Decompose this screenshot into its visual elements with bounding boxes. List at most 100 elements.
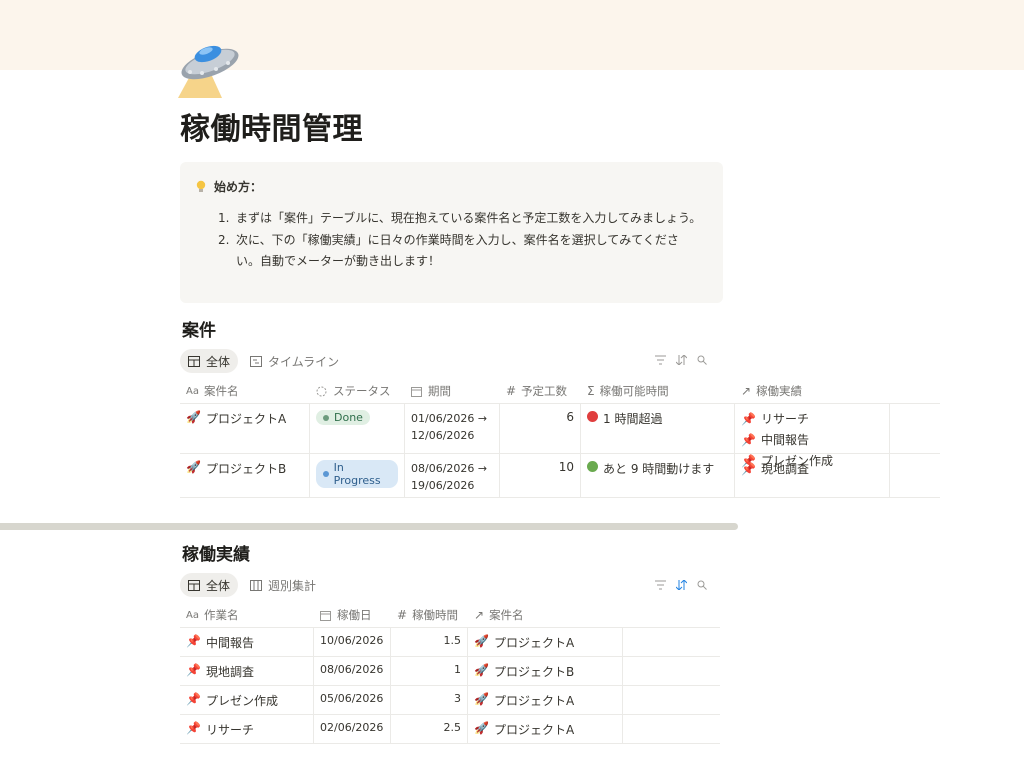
formula-icon: Σ [587,384,595,398]
column-header[interactable]: ↗ 案件名 [468,603,623,627]
worklog-view-tabs: 全体 週別集計 [180,573,328,597]
hours-cell[interactable]: 1.5 [391,628,468,656]
date-cell[interactable]: 10/06/2026 [314,628,391,656]
projects-table: Aa 案件名 ステータス 期間 # 予定工数 Σ 稼働可能時間 ↗ 稼働実績 🚀… [180,379,940,498]
rocket-icon: 🚀 [474,721,489,735]
projects-toolbar [645,355,707,365]
period-cell[interactable]: 08/06/2026 → 19/06/2026 [405,454,500,497]
rocket-icon: 🚀 [186,410,201,424]
relation-chip[interactable]: 📌 中間報告 [741,431,809,448]
red-circle-icon [587,411,598,422]
status-badge: Done [316,410,370,425]
table-row[interactable]: 📌 中間報告 10/06/2026 1.5 🚀 プロジェクトA [180,628,720,657]
pushpin-icon: 📌 [741,411,756,426]
resize-divider[interactable] [0,523,738,530]
table-header: Aa 案件名 ステータス 期間 # 予定工数 Σ 稼働可能時間 ↗ 稼働実績 [180,379,940,404]
table-row[interactable]: 🚀 プロジェクトB In Progress 08/06/2026 → 19/06… [180,454,940,498]
sort-icon[interactable] [676,580,687,590]
tab-weekly-summary[interactable]: 週別集計 [242,573,324,597]
project-relation-cell[interactable]: 🚀 プロジェクトA [468,715,623,743]
search-icon[interactable] [697,580,707,590]
status-icon [316,386,327,396]
task-name-cell[interactable]: 📌 現地調査 [180,657,314,685]
relation-chip[interactable]: 📌 現地調査 [741,460,809,477]
planned-hours-cell[interactable]: 10 [500,454,581,497]
status-cell[interactable]: In Progress [310,454,405,497]
number-icon: # [506,384,517,398]
pushpin-icon: 📌 [186,721,201,735]
getting-started-callout: 始め方： 1. まずは「案件」テーブルに、現在抱えている案件名と予定工数を入力し… [180,162,723,303]
calendar-icon [411,386,422,397]
actuals-cell[interactable]: 📌 現地調査 [735,454,890,497]
hours-cell[interactable]: 1 [391,657,468,685]
table-header: Aa 作業名 稼働日 # 稼働時間 ↗ 案件名 [180,603,720,628]
hours-cell[interactable]: 2.5 [391,715,468,743]
pushpin-icon: 📌 [186,634,201,648]
projects-title[interactable]: 案件 [182,316,216,341]
table-icon [188,355,200,367]
project-relation-cell[interactable]: 🚀 プロジェクトA [468,628,623,656]
column-header[interactable]: Σ 稼働可能時間 [581,379,735,403]
date-cell[interactable]: 05/06/2026 [314,686,391,714]
rocket-icon: 🚀 [474,692,489,706]
search-icon[interactable] [697,355,707,365]
column-header[interactable]: ↗ 稼働実績 [735,379,890,403]
column-header[interactable]: Aa 案件名 [180,379,310,403]
project-name-cell[interactable]: 🚀 プロジェクトA [180,404,310,453]
status-cell[interactable]: Done [310,404,405,453]
capacity-cell[interactable]: あと 9 時間動けます [581,454,735,497]
table-row[interactable]: 🚀 プロジェクトA Done 01/06/2026 → 12/06/2026 6… [180,404,940,468]
callout-heading: 始め方： [214,180,263,194]
worklog-toolbar [645,580,707,590]
calendar-icon [320,610,331,621]
filter-icon[interactable] [655,580,666,590]
column-header[interactable]: ステータス [310,379,405,403]
date-cell[interactable]: 02/06/2026 [314,715,391,743]
project-relation-cell[interactable]: 🚀 プロジェクトA [468,686,623,714]
column-header[interactable]: 期間 [405,379,500,403]
task-name-cell[interactable]: 📌 リサーチ [180,715,314,743]
worklog-table: Aa 作業名 稼働日 # 稼働時間 ↗ 案件名 📌 中間報告 10/06/2026… [180,603,720,744]
page-title[interactable]: 稼働時間管理 [180,104,363,148]
pushpin-icon: 📌 [186,692,201,706]
table-icon [188,579,200,591]
text-property-icon: Aa [186,385,199,397]
filter-icon[interactable] [655,355,666,365]
hours-cell[interactable]: 3 [391,686,468,714]
capacity-cell[interactable]: 1 時間超過 [581,404,735,453]
task-name-cell[interactable]: 📌 プレゼン作成 [180,686,314,714]
column-header[interactable]: # 予定工数 [500,379,581,403]
projects-view-tabs: 全体 タイムライン [180,349,351,373]
planned-hours-cell[interactable]: 6 [500,404,581,453]
table-row[interactable]: 📌 現地調査 08/06/2026 1 🚀 プロジェクトB [180,657,720,686]
date-cell[interactable]: 08/06/2026 [314,657,391,685]
page-cover [0,0,1024,70]
column-header[interactable]: Aa 作業名 [180,603,314,627]
callout-step: 1. まずは「案件」テーブルに、現在抱えている案件名と予定工数を入力してみましょ… [218,211,702,225]
actuals-cell[interactable]: 📌 リサーチ 📌 中間報告 📌 プレゼン作成 [735,404,890,468]
worklog-title[interactable]: 稼働実績 [182,540,250,565]
column-header[interactable]: # 稼働時間 [391,603,468,627]
tab-all[interactable]: 全体 [180,573,239,597]
column-header[interactable]: 稼働日 [314,603,391,627]
status-badge: In Progress [316,460,398,488]
tab-all[interactable]: 全体 [180,349,239,373]
number-icon: # [397,608,408,622]
relation-chip[interactable]: 📌 リサーチ [741,410,809,427]
table-row[interactable]: 📌 プレゼン作成 05/06/2026 3 🚀 プロジェクトA [180,686,720,715]
table-row[interactable]: 📌 リサーチ 02/06/2026 2.5 🚀 プロジェクトA [180,715,720,744]
pushpin-icon: 📌 [741,461,756,476]
task-name-cell[interactable]: 📌 中間報告 [180,628,314,656]
ufo-icon[interactable] [178,40,242,98]
project-relation-cell[interactable]: 🚀 プロジェクトB [468,657,623,685]
rocket-icon: 🚀 [474,634,489,648]
text-property-icon: Aa [186,609,199,621]
pushpin-icon: 📌 [741,432,756,447]
project-name-cell[interactable]: 🚀 プロジェクトB [180,454,310,497]
sort-icon[interactable] [676,355,687,365]
period-cell[interactable]: 01/06/2026 → 12/06/2026 [405,404,500,453]
tab-timeline[interactable]: タイムライン [242,349,347,373]
pushpin-icon: 📌 [186,663,201,677]
rocket-icon: 🚀 [474,663,489,677]
board-icon [250,579,263,591]
